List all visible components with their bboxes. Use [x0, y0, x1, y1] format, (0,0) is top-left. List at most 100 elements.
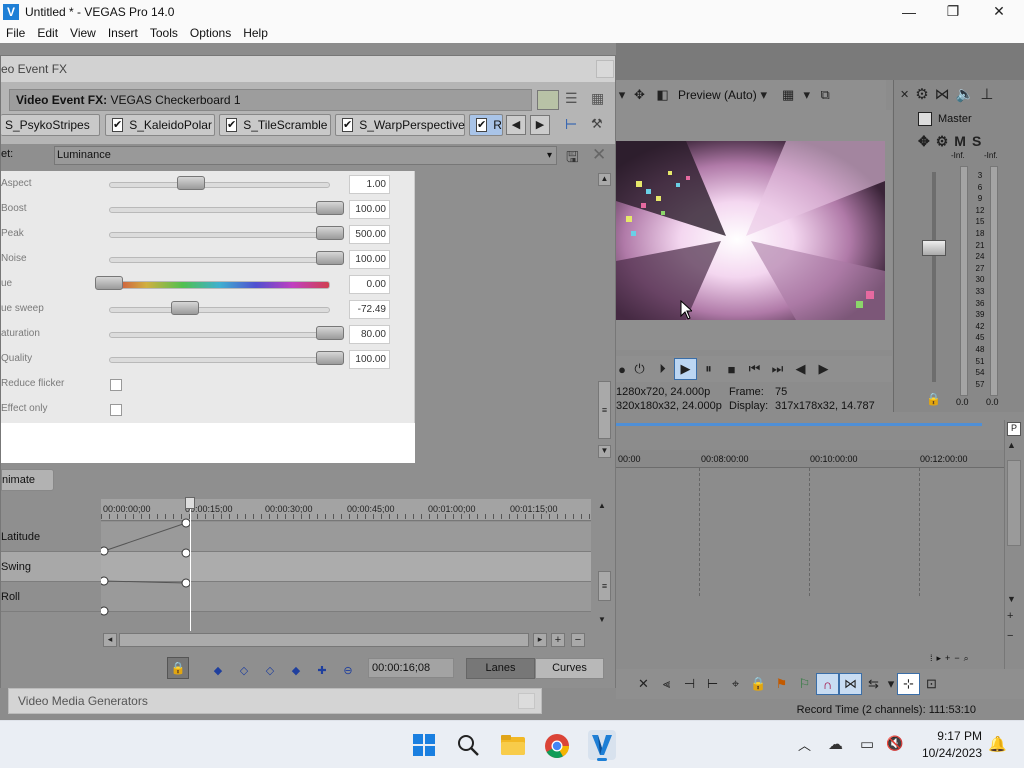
zoom-tool-icon[interactable]: ⌕ [964, 653, 969, 664]
chain-scroll-right-icon[interactable]: ▶ [530, 115, 550, 135]
fx-param-slider-thumb[interactable] [316, 226, 344, 240]
checkbox-checked-icon[interactable]: ✔ [476, 118, 488, 132]
scroll-grip-icon[interactable]: ⁞ [930, 653, 933, 663]
menu-view[interactable]: View [64, 26, 102, 40]
minimize-button[interactable]: — [886, 0, 932, 23]
dock-arrow-icon[interactable]: ▾ [616, 84, 628, 106]
trim-start-icon[interactable]: ⊣ [678, 673, 701, 695]
menu-tools[interactable]: Tools [144, 26, 184, 40]
fx-chain-item[interactable]: ✔ R [469, 114, 503, 136]
timeline-ruler[interactable]: 00:00 00:08:00:00 00:10:00:00 00:12:00:0… [616, 450, 1004, 468]
fx-param-slider-track[interactable] [109, 232, 330, 238]
trim-icon[interactable]: ⫷ [655, 673, 678, 695]
first-keyframe-icon[interactable]: ◆ [210, 662, 226, 678]
scroll-left-icon[interactable]: ◂ [103, 633, 117, 647]
tab-lanes[interactable]: Lanes [466, 658, 535, 679]
checkbox-checked-icon[interactable]: ✔ [226, 118, 238, 132]
overlay-icon[interactable]: ◧ [651, 84, 674, 106]
delete-preset-icon[interactable]: ✕ [592, 145, 606, 165]
scroll-up-icon[interactable]: ▲ [598, 173, 611, 186]
cloud-status-icon[interactable]: ☁ [828, 735, 843, 753]
scroll-right-icon[interactable]: ▸ [937, 653, 942, 664]
next-frame-icon[interactable]: ▶ [812, 358, 835, 380]
zoom-out-icon[interactable]: − [1007, 630, 1013, 642]
insert-marker-icon[interactable]: ⚑ [770, 673, 793, 695]
lock-icon[interactable]: 🔒 [926, 392, 941, 406]
auto-crossfade-icon[interactable]: ⋈ [839, 673, 862, 695]
bus-routing-icon[interactable]: ⊥ [980, 85, 993, 103]
kf-track-label[interactable]: Swing [1, 552, 101, 582]
snapping-icon[interactable]: ∩ [816, 673, 839, 695]
animate-button[interactable]: nimate [1, 469, 54, 491]
grid-icon[interactable]: ▦ [777, 84, 800, 106]
fx-icon[interactable]: ⚙ [936, 133, 949, 150]
trim-end-icon[interactable]: ⊢ [701, 673, 724, 695]
selection-tool-icon[interactable]: ⊡ [920, 673, 943, 695]
scroll-down-icon[interactable]: ▼ [598, 445, 611, 458]
fx-param-slider-thumb[interactable] [316, 251, 344, 265]
checkbox-checked-icon[interactable]: ✔ [112, 118, 124, 132]
previous-frame-icon[interactable]: ◀ [789, 358, 812, 380]
fx-param-slider-thumb[interactable] [171, 301, 199, 315]
fx-param-slider-thumb[interactable] [177, 176, 205, 190]
fx-param-slider-track[interactable] [109, 357, 330, 363]
file-explorer-icon[interactable] [500, 733, 526, 759]
fx-window-titlebar[interactable]: eo Event FX [1, 56, 615, 82]
ripple-edit-icon[interactable]: ⇆ [862, 673, 885, 695]
preset-dropdown[interactable]: Luminance ▾ [54, 146, 557, 165]
zoom-in-icon[interactable]: + [551, 633, 565, 647]
vegas-pro-taskbar-icon[interactable] [588, 730, 616, 761]
kf-track-label[interactable]: Roll [1, 582, 101, 612]
fx-param-slider-thumb[interactable] [316, 326, 344, 340]
zoom-out-icon[interactable]: − [571, 633, 585, 647]
add-keyframe-icon[interactable]: ✚ [314, 662, 330, 678]
menu-edit[interactable]: Edit [31, 26, 64, 40]
monitor-icon[interactable]: ▭ [860, 735, 874, 753]
insert-region-icon[interactable]: ⚐ [793, 673, 816, 695]
fx-param-value-field[interactable]: -72.49 [349, 300, 390, 319]
menu-file[interactable]: File [0, 26, 31, 40]
view-grid-icon[interactable]: ▦ [591, 90, 611, 110]
view-list-icon[interactable] [537, 90, 559, 110]
go-to-start-icon[interactable]: ⏮ [743, 358, 766, 380]
play-icon[interactable]: ▶ [674, 358, 697, 380]
checkbox-checked-icon[interactable]: ✔ [342, 118, 354, 132]
fx-param-checkbox[interactable] [110, 404, 122, 416]
delete-keyframe-icon[interactable]: ⊖ [340, 662, 356, 678]
fx-param-value-field[interactable]: 100.00 [349, 200, 390, 219]
scroll-up-icon[interactable]: ▲ [1007, 440, 1016, 450]
scroll-down-icon[interactable]: ▼ [1007, 594, 1016, 604]
fx-param-value-field[interactable]: 1.00 [349, 175, 390, 194]
close-icon[interactable]: ✕ [900, 88, 909, 101]
gear-icon[interactable]: ⚙ [915, 85, 928, 103]
chrome-icon[interactable] [544, 733, 570, 759]
loop-icon[interactable]: ⏻ [628, 358, 651, 380]
timeline-scroll-thumb[interactable] [1007, 460, 1021, 546]
marker-icon[interactable]: P [1007, 422, 1021, 436]
save-preset-icon[interactable]: 🖫 [566, 147, 579, 172]
mute-button[interactable]: M [954, 133, 966, 149]
play-from-start-icon[interactable]: ⏵ [651, 358, 674, 380]
stop-icon[interactable]: ■ [720, 358, 743, 380]
fx-param-slider-thumb[interactable] [316, 351, 344, 365]
volume-muted-icon[interactable]: 🔇 [886, 735, 903, 752]
kf-hscroll[interactable]: ◂ ▸ + − [101, 632, 593, 648]
fx-param-value-field[interactable]: 0.00 [349, 275, 390, 294]
timeline-vscroll[interactable]: P ▲ ▼ + − [1004, 420, 1022, 670]
sync-cursor-icon[interactable]: 🔒 [167, 657, 189, 679]
playhead-handle[interactable] [185, 497, 195, 509]
preview-quality-dropdown[interactable]: Preview (Auto) [678, 88, 757, 102]
kf-scroll-thumb[interactable]: ≡ [598, 571, 611, 601]
params-vscroll[interactable]: ▲ ≡ ▼ [596, 171, 613, 463]
fx-chain-item[interactable]: S_PsykoStripes [1, 114, 100, 136]
kf-vscroll[interactable]: ▲ ≡ ▼ [596, 499, 613, 631]
fx-param-slider-track[interactable] [109, 281, 330, 289]
master-fader[interactable] [922, 240, 946, 256]
kf-track-label[interactable]: Latitude [1, 522, 101, 552]
previous-keyframe-icon[interactable]: ◇ [236, 662, 252, 678]
scroll-down-icon[interactable]: ▼ [598, 615, 606, 624]
pause-icon[interactable]: ⏸ [697, 358, 720, 380]
fx-param-value-field[interactable]: 500.00 [349, 225, 390, 244]
fx-param-slider-track[interactable] [109, 207, 330, 213]
chevron-down-icon[interactable]: ▾ [757, 84, 771, 106]
